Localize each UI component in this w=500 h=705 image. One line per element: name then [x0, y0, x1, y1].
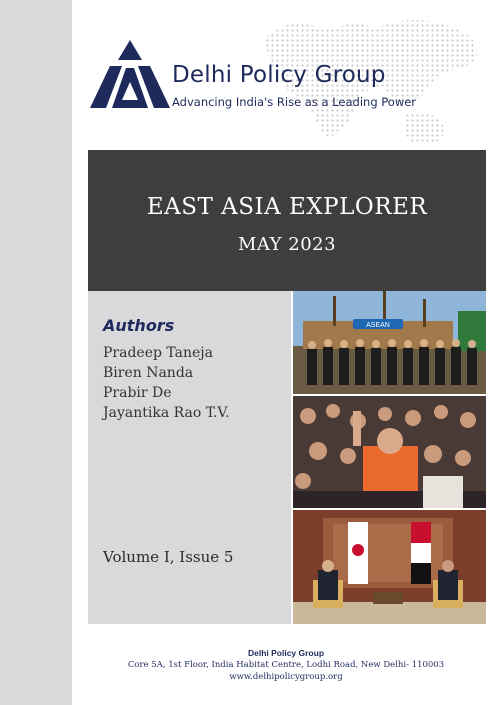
- title-banner: EAST ASIA EXPLORER MAY 2023: [88, 150, 486, 291]
- photo-crowd: [293, 396, 486, 508]
- author-name: Biren Nanda: [103, 365, 194, 381]
- authors-heading: Authors: [103, 316, 175, 335]
- publication-date: MAY 2023: [237, 234, 337, 255]
- footer-website-link[interactable]: www.delhipolicygroup.org: [72, 671, 500, 683]
- left-margin-strip: [0, 0, 72, 705]
- publication-title: EAST ASIA EXPLORER: [146, 194, 428, 220]
- author-name: Prabir De: [103, 385, 172, 401]
- author-name: Jayantika Rao T.V.: [103, 405, 230, 421]
- org-name: Delhi Policy Group: [172, 62, 386, 88]
- dpg-logo-icon: [90, 40, 170, 108]
- asean-banner-text: ASEAN: [366, 322, 390, 329]
- org-tagline: Advancing India's Rise as a Leading Powe…: [172, 95, 417, 109]
- photo-asean-leaders: ASEAN: [293, 291, 486, 394]
- photo-bilateral-meeting: [293, 510, 486, 624]
- footer: Delhi Policy Group Core 5A, 1st Floor, I…: [72, 648, 500, 683]
- footer-address: Core 5A, 1st Floor, India Habitat Centre…: [127, 660, 445, 670]
- authors-panel: Authors Pradeep Taneja Biren Nanda Prabi…: [88, 291, 291, 624]
- footer-org-name: Delhi Policy Group: [247, 648, 325, 658]
- volume-issue: Volume I, Issue 5: [103, 548, 234, 566]
- author-name: Pradeep Taneja: [103, 345, 213, 361]
